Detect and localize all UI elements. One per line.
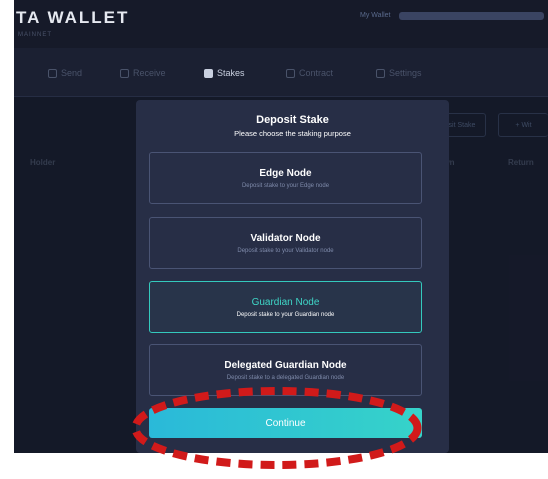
tab-settings[interactable]: Settings xyxy=(376,68,422,78)
tab-contract[interactable]: Contract xyxy=(286,68,333,78)
deposit-stake-modal: Deposit Stake Please choose the staking … xyxy=(136,100,449,453)
option-description: Deposit stake to your Edge node xyxy=(241,183,330,189)
my-wallet-label: My Wallet xyxy=(360,12,391,19)
option-validator-node[interactable]: Validator Node Deposit stake to your Val… xyxy=(149,217,422,269)
tab-label: Receive xyxy=(133,68,166,78)
tab-receive[interactable]: Receive xyxy=(120,68,166,78)
tab-label: Contract xyxy=(299,68,334,78)
option-title: Validator Node xyxy=(250,233,321,244)
receive-icon xyxy=(120,68,129,78)
option-delegated-guardian-node[interactable]: Delegated Guardian Node Deposit stake to… xyxy=(149,344,422,396)
app-logo: TA WALLET xyxy=(16,8,130,27)
modal-subtitle: Please choose the staking purpose xyxy=(234,129,351,138)
stakes-icon xyxy=(204,68,213,78)
option-edge-node[interactable]: Edge Node Deposit stake to your Edge nod… xyxy=(149,152,422,204)
option-description: Deposit stake to a delegated Guardian no… xyxy=(226,375,345,381)
modal-title: Deposit Stake xyxy=(256,114,329,126)
wallet-address[interactable] xyxy=(399,12,544,20)
top-bar: TA WALLET MAINNET My Wallet xyxy=(14,0,548,48)
tab-label: Settings xyxy=(389,68,422,78)
option-title: Edge Node xyxy=(259,168,312,179)
wallet-app: TA WALLET MAINNET My Wallet Send Receive… xyxy=(14,0,548,453)
continue-button[interactable]: Continue xyxy=(149,408,422,438)
option-description: Deposit stake to your Guardian node xyxy=(236,312,335,318)
settings-icon xyxy=(376,68,385,78)
send-icon xyxy=(48,68,57,78)
tab-stakes[interactable]: Stakes xyxy=(204,68,245,78)
tab-label: Stakes xyxy=(217,68,245,78)
main-nav: Send Receive Stakes Contract Settings xyxy=(14,60,548,90)
tab-send[interactable]: Send xyxy=(48,68,82,78)
option-guardian-node[interactable]: Guardian Node Deposit stake to your Guar… xyxy=(149,281,422,333)
option-description: Deposit stake to your Validator node xyxy=(237,248,334,254)
network-label: MAINNET xyxy=(18,32,52,38)
option-title: Delegated Guardian Node xyxy=(224,360,347,371)
contract-icon xyxy=(286,68,295,78)
option-title: Guardian Node xyxy=(251,297,320,308)
tab-label: Send xyxy=(61,68,83,78)
